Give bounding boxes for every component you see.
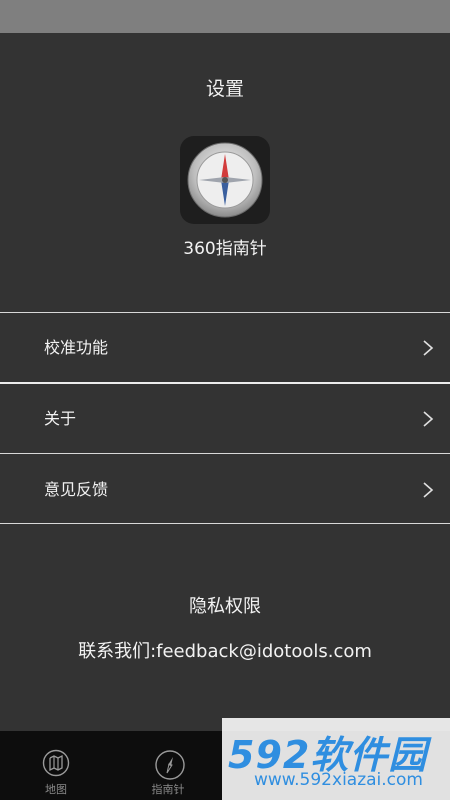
menu-item-label: 意见反馈	[44, 480, 109, 499]
divider	[0, 382, 450, 384]
watermark: 592软件园 www.592xiazai.com	[222, 718, 450, 800]
tab-label: 地图	[45, 783, 67, 796]
divider	[0, 453, 450, 454]
app-name: 360指南针	[183, 239, 267, 259]
chevron-right-icon	[423, 411, 434, 427]
privacy-link[interactable]: 隐私权限	[0, 592, 450, 618]
menu-item-calibration[interactable]: 校准功能	[0, 314, 450, 382]
menu-item-feedback[interactable]: 意见反馈	[0, 456, 450, 524]
divider	[0, 523, 450, 524]
menu-item-about[interactable]: 关于	[0, 385, 450, 453]
divider	[0, 312, 450, 313]
chevron-right-icon	[423, 482, 434, 498]
compass-icon	[155, 750, 185, 780]
map-icon	[42, 749, 70, 777]
status-bar	[0, 0, 450, 33]
tab-label: 指南针	[151, 783, 185, 796]
tab-compass[interactable]: 指南针	[128, 731, 208, 800]
menu-item-label: 关于	[44, 409, 77, 428]
contact-text: 联系我们:feedback@idotools.com	[78, 641, 372, 662]
watermark-url: www.592xiazai.com	[254, 770, 423, 790]
compass-icon	[187, 142, 263, 218]
chevron-right-icon	[423, 340, 434, 356]
page-title: 设置	[205, 78, 244, 100]
tab-map[interactable]: 地图	[16, 731, 96, 800]
app-icon	[180, 136, 270, 224]
menu-item-label: 校准功能	[44, 338, 109, 357]
